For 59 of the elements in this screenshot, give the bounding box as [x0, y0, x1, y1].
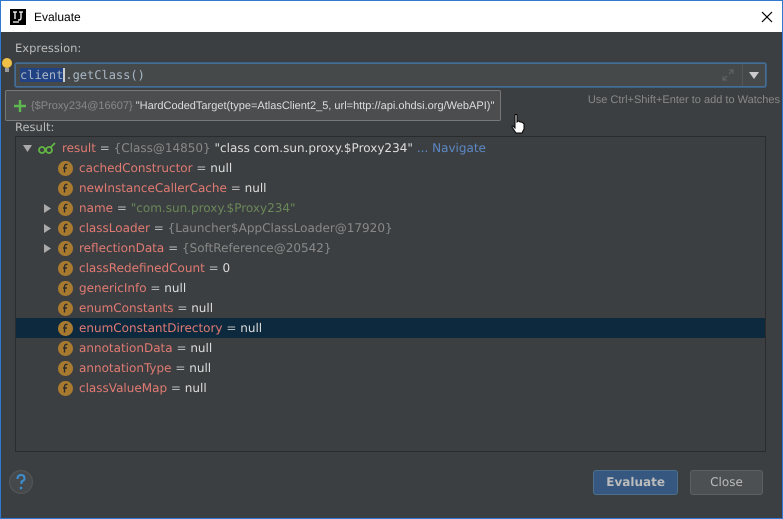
variable-entry: reflectionData = {SoftReference@20542}	[79, 241, 332, 255]
variable-entry: cachedConstructor = null	[79, 161, 232, 175]
app-logo-icon	[10, 8, 26, 24]
collapse-arrow-icon[interactable]	[22, 144, 32, 152]
tree-row[interactable]: result = {Class@14850} "class com.sun.proxy.$Proxy234" ... Navigate	[16, 138, 765, 158]
tree-row[interactable]: enumConstants = null	[16, 298, 765, 318]
lightbulb-icon[interactable]	[1, 57, 13, 73]
expand-arrow-icon[interactable]	[42, 244, 52, 252]
variable-entry: annotationType = null	[79, 361, 212, 375]
field-icon	[58, 300, 73, 316]
close-button[interactable]: Close	[690, 470, 763, 494]
field-icon	[58, 160, 73, 176]
tree-row[interactable]: name = "com.sun.proxy.$Proxy234"	[16, 198, 765, 218]
window-title: Evaluate	[34, 10, 81, 24]
tree-row[interactable]: classLoader = {Launcher$AppClassLoader@17920}	[16, 218, 765, 238]
field-icon	[58, 380, 73, 396]
variable-entry: classValueMap = null	[79, 381, 207, 395]
tree-row[interactable]: classRedefinedCount = 0	[16, 258, 765, 278]
tree-row[interactable]: classValueMap = null	[16, 378, 765, 398]
expand-arrow-icon[interactable]	[42, 204, 52, 212]
hint-text: Use Ctrl+Shift+Enter to add to Watches	[588, 94, 780, 106]
field-icon	[58, 320, 73, 336]
field-icon	[58, 280, 73, 296]
help-icon[interactable]	[9, 470, 33, 494]
variable-entry: result = {Class@14850} "class com.sun.proxy.$Proxy234"	[62, 141, 413, 155]
variable-entry: newInstanceCallerCache = null	[79, 181, 266, 195]
tree-row[interactable]: genericInfo = null	[16, 278, 765, 298]
expression-field[interactable]: client .getClass()	[15, 63, 766, 87]
tree-row[interactable]: cachedConstructor = null	[16, 158, 765, 178]
tree-row[interactable]: enumConstantDirectory = null	[16, 318, 765, 338]
hand-cursor-icon	[511, 114, 525, 134]
field-icon	[58, 240, 73, 256]
tooltip-text: {$Proxy234@16607} "HardCodedTarget(type=AtlasClient2_5, url=http://api.ohdsi.org/WebAPI)"	[31, 100, 494, 112]
field-icon	[58, 180, 73, 196]
variable-entry: enumConstants = null	[79, 301, 214, 315]
glasses-icon	[38, 142, 56, 154]
field-icon	[58, 340, 73, 356]
field-icon	[58, 200, 73, 216]
tree-row[interactable]: annotationData = null	[16, 338, 765, 358]
result-label: Result:	[15, 120, 54, 136]
evaluate-button[interactable]: Evaluate	[593, 470, 678, 494]
dropdown-arrow-icon[interactable]	[749, 72, 759, 78]
tree-row[interactable]: reflectionData = {SoftReference@20542}	[16, 238, 765, 258]
tree-row[interactable]: annotationType = null	[16, 358, 765, 378]
variable-entry: classLoader = {Launcher$AppClassLoader@17920}	[79, 221, 393, 235]
field-icon	[58, 360, 73, 376]
tree-row[interactable]: newInstanceCallerCache = null	[16, 178, 765, 198]
variable-entry: genericInfo = null	[79, 281, 186, 295]
field-icon	[58, 260, 73, 276]
variable-entry: enumConstantDirectory = null	[79, 321, 262, 335]
expand-arrow-icon[interactable]	[42, 224, 52, 232]
variable-entry: name = "com.sun.proxy.$Proxy234"	[79, 201, 296, 215]
close-icon[interactable]	[761, 10, 773, 22]
variable-entry: classRedefinedCount = 0	[79, 261, 230, 275]
add-icon[interactable]	[14, 100, 26, 112]
field-label: Expression:	[15, 41, 82, 57]
variable-entry: annotationData = null	[79, 341, 212, 355]
expression-text: client .getClass()	[19, 68, 146, 82]
field-icon	[58, 220, 73, 236]
